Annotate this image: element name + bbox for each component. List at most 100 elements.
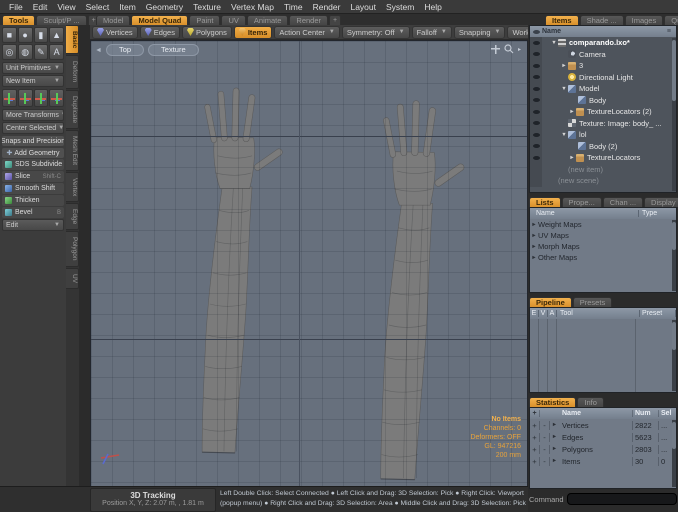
visibility-toggle[interactable] bbox=[530, 141, 542, 153]
tab-animate[interactable]: Animate bbox=[247, 15, 289, 25]
expand-arrow-icon[interactable]: ► bbox=[550, 422, 559, 428]
viewport-menu-arrow[interactable]: ▸ bbox=[518, 46, 521, 53]
symmetry-dropdown[interactable]: Symmetry: Off ▼ bbox=[342, 26, 410, 39]
tree-row-texture-image[interactable]: Texture: Image: body_ ... bbox=[530, 118, 676, 130]
pipeline-tool-header[interactable]: Tool bbox=[557, 310, 640, 317]
expand-arrow-icon[interactable]: ► bbox=[568, 155, 576, 161]
vtab-basic[interactable]: Basic bbox=[66, 25, 79, 54]
pipeline-preset-header[interactable]: Preset bbox=[640, 310, 676, 317]
tab-images[interactable]: Images bbox=[625, 15, 664, 25]
tab-model[interactable]: Model bbox=[96, 15, 130, 25]
scale-tool-button[interactable] bbox=[34, 89, 49, 107]
visibility-toggle[interactable] bbox=[530, 95, 542, 107]
stats-num-header[interactable]: Num bbox=[632, 410, 658, 417]
visibility-toggle[interactable] bbox=[530, 152, 542, 164]
menu-item-layout[interactable]: Layout bbox=[345, 2, 381, 12]
tree-row-camera[interactable]: Camera bbox=[530, 49, 676, 61]
item-list-scrollbar[interactable] bbox=[672, 38, 676, 191]
polygons-mode-button[interactable]: Polygons bbox=[182, 26, 232, 39]
visibility-toggle[interactable] bbox=[530, 37, 542, 49]
tree-row-new-scene[interactable]: (new scene) bbox=[530, 175, 676, 187]
expand-arrow-icon[interactable]: ▼ bbox=[550, 40, 558, 46]
list-row-weight-maps[interactable]: ► Weight Maps bbox=[530, 219, 676, 230]
menu-item-system[interactable]: System bbox=[381, 2, 419, 12]
vtab-polygon[interactable]: Polygon bbox=[66, 231, 79, 267]
statistics-scrollbar[interactable] bbox=[672, 420, 676, 487]
center-selected-dropdown[interactable]: Center Selected ▼ bbox=[2, 122, 64, 134]
ellipsoid-primitive-button[interactable]: ◍ bbox=[18, 44, 33, 60]
menu-item-file[interactable]: File bbox=[4, 2, 28, 12]
items-mode-button[interactable]: Items bbox=[234, 26, 273, 39]
menu-item-texture[interactable]: Texture bbox=[188, 2, 226, 12]
new-item-placeholder[interactable]: (new item) bbox=[568, 165, 603, 174]
snapping-dropdown[interactable]: Snapping ▼ bbox=[454, 26, 506, 39]
tab-sculpt-paint[interactable]: Sculpt/P ... bbox=[36, 15, 86, 25]
torus-primitive-button[interactable]: ◎ bbox=[2, 44, 17, 60]
vtab-vertex[interactable]: Vertex bbox=[66, 172, 79, 202]
shading-mode-dropdown[interactable]: Texture bbox=[148, 44, 199, 56]
lists-name-header[interactable]: Name bbox=[530, 210, 638, 217]
visibility-toggle[interactable] bbox=[530, 72, 542, 84]
vtab-mesh-edit[interactable]: Mesh Edit bbox=[66, 130, 79, 171]
tab-items[interactable]: Items bbox=[545, 15, 579, 25]
menu-item-vertex-map[interactable]: Vertex Map bbox=[226, 2, 279, 12]
tree-row-model[interactable]: ▼ Model bbox=[530, 83, 676, 95]
tab-quick[interactable]: Quick ... bbox=[664, 15, 678, 25]
menu-item-view[interactable]: View bbox=[52, 2, 80, 12]
unit-primitives-dropdown[interactable]: Unit Primitives ▼ bbox=[2, 62, 64, 74]
cone-primitive-button[interactable]: ▲ bbox=[49, 27, 64, 43]
slice-tool[interactable]: Slice Shift-C bbox=[2, 171, 64, 182]
sort-icon[interactable]: ≡ bbox=[667, 28, 671, 35]
lists-scrollbar[interactable] bbox=[672, 220, 676, 291]
add-layout-tab-button[interactable]: + bbox=[329, 15, 341, 25]
edges-mode-button[interactable]: Edges bbox=[140, 26, 180, 39]
expand-arrow-icon[interactable]: ► bbox=[550, 434, 559, 440]
new-item-dropdown[interactable]: New Item ▼ bbox=[2, 75, 64, 87]
select-add-button[interactable]: + bbox=[530, 421, 540, 430]
select-add-button[interactable]: + bbox=[530, 457, 540, 466]
stats-sel-header[interactable]: Sel bbox=[658, 410, 676, 417]
more-transforms-dropdown[interactable]: More Transforms ▼ bbox=[2, 109, 64, 121]
tab-properties[interactable]: Prope... bbox=[562, 197, 602, 207]
select-subtract-button[interactable]: - bbox=[540, 457, 550, 466]
add-geometry-header[interactable]: ✚ Add Geometry bbox=[2, 148, 64, 158]
move-tool-button[interactable] bbox=[2, 89, 17, 107]
visibility-column-header[interactable] bbox=[530, 30, 542, 34]
vtab-duplicate[interactable]: Duplicate bbox=[66, 90, 79, 129]
vtab-deform[interactable]: Deform bbox=[66, 55, 79, 88]
select-add-button[interactable]: + bbox=[530, 433, 540, 442]
zoom-magnifier-icon[interactable] bbox=[504, 44, 514, 54]
expand-arrow-icon[interactable]: ► bbox=[568, 109, 576, 115]
tree-row-new-item[interactable]: (new item) bbox=[530, 164, 676, 176]
tree-row-directional-light[interactable]: Directional Light bbox=[530, 72, 676, 84]
tab-model-quad[interactable]: Model Quad bbox=[131, 15, 188, 25]
new-scene-placeholder[interactable]: (new scene) bbox=[558, 176, 599, 185]
menu-item-time[interactable]: Time bbox=[279, 2, 308, 12]
pipeline-visible-header[interactable]: V bbox=[539, 310, 548, 317]
tab-tools[interactable]: Tools bbox=[2, 15, 35, 25]
menu-item-render[interactable]: Render bbox=[308, 2, 346, 12]
tree-row-body-2[interactable]: Body (2) bbox=[530, 141, 676, 153]
cylinder-primitive-button[interactable]: ▮ bbox=[34, 27, 49, 43]
menu-item-edit[interactable]: Edit bbox=[28, 2, 53, 12]
list-row-morph-maps[interactable]: ► Morph Maps bbox=[530, 241, 676, 252]
tab-shader[interactable]: Shade ... bbox=[580, 15, 624, 25]
tab-pipeline[interactable]: Pipeline bbox=[529, 297, 572, 307]
tree-row-texturelocators-2[interactable]: ► TextureLocators (2) bbox=[530, 106, 676, 118]
list-row-uv-maps[interactable]: ► UV Maps bbox=[530, 230, 676, 241]
view-type-dropdown[interactable]: Top bbox=[106, 44, 144, 56]
cube-primitive-button[interactable]: ■ bbox=[2, 27, 17, 43]
pipeline-scrollbar[interactable] bbox=[672, 320, 676, 391]
select-subtract-button[interactable]: - bbox=[540, 421, 550, 430]
expand-arrow-icon[interactable]: ▼ bbox=[560, 132, 568, 138]
pen-tool-button[interactable]: ✎ bbox=[34, 44, 49, 60]
select-subtract-button[interactable]: - bbox=[540, 445, 550, 454]
stats-name-header[interactable]: Name bbox=[559, 410, 632, 417]
edit-dropdown[interactable]: Edit ▼ bbox=[2, 219, 64, 231]
expand-arrow-icon[interactable]: ▼ bbox=[560, 86, 568, 92]
tree-row-group-3[interactable]: ► 3 bbox=[530, 60, 676, 72]
falloff-dropdown[interactable]: Falloff ▼ bbox=[412, 26, 452, 39]
sds-subdivide-tool[interactable]: SDS Subdivide D bbox=[2, 159, 64, 170]
expand-arrow-icon[interactable]: ► bbox=[530, 222, 538, 228]
command-input[interactable] bbox=[567, 493, 677, 505]
